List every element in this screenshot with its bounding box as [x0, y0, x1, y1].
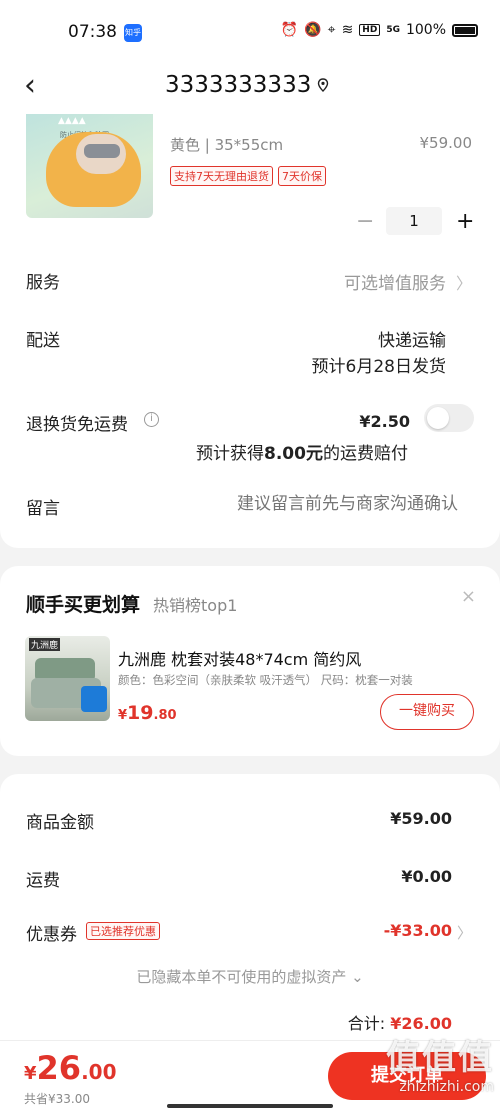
one-click-buy-button[interactable]: 一键购买	[380, 694, 474, 730]
location-pin-icon[interactable]	[316, 78, 330, 92]
goods-amount-value: ¥59.00	[390, 809, 452, 828]
increase-button[interactable]: +	[456, 209, 474, 234]
pay-amount: ¥26.00	[24, 1049, 117, 1087]
return-shipping-label: 退换货免运费	[26, 415, 128, 435]
return-shipping-note: 预计获得8.00元的运费赔付	[196, 439, 408, 464]
message-label: 留言	[26, 499, 60, 519]
promo-badge-shape	[81, 686, 107, 712]
saved-amount: 共省¥33.00	[24, 1092, 90, 1106]
service-label: 服务	[26, 273, 60, 293]
recommend-subtitle: 热销榜top1	[153, 596, 238, 615]
recommend-title: 顺手买更划算	[26, 594, 141, 616]
decrease-button[interactable]: −	[356, 209, 374, 234]
message-input[interactable]	[188, 494, 458, 514]
watermark-url: zhizhizhi.com	[399, 1079, 494, 1095]
product-price: ¥59.00	[419, 134, 473, 152]
return-note-amount: 8.00元	[264, 444, 323, 464]
watermark: 值值值 zhizhizhi.com	[386, 1030, 494, 1095]
service-value[interactable]: 可选增值服务	[344, 269, 446, 294]
home-indicator[interactable]	[167, 1104, 333, 1108]
back-button[interactable]: ‹	[24, 68, 36, 104]
status-bar: 07:38 知乎 ⏰ 🔕 ⌖ ≋ HD 5G 100%	[0, 0, 500, 64]
signal-icon: 5G	[386, 25, 400, 35]
eye-mask-shape	[84, 144, 120, 158]
goods-amount-label: 商品金额	[26, 813, 94, 833]
delivery-label: 配送	[26, 331, 60, 351]
battery-icon	[452, 23, 478, 37]
mute-icon: 🔕	[304, 22, 322, 38]
total-label: 合计:	[347, 1014, 386, 1033]
quantity-input[interactable]: 1	[386, 207, 442, 235]
return-shipping-price: ¥2.50	[359, 412, 410, 431]
page-header: ‹ 3333333333	[0, 64, 500, 114]
delivery-date: 预计6月28日发货	[311, 357, 446, 377]
recommend-card: 顺手买更划算 热销榜top1 × 九洲鹿 九洲鹿 枕套对装48*74cm 简约风…	[0, 566, 500, 756]
chevron-right-icon[interactable]: 〉	[457, 922, 472, 943]
product-spec[interactable]: 黄色 | 35*55cm	[170, 134, 283, 155]
chevron-right-icon[interactable]: 〉	[456, 270, 472, 294]
return-note-prefix: 预计获得	[196, 444, 264, 464]
battery-percent: 100%	[405, 22, 446, 38]
shipping-fee-value: ¥0.00	[401, 867, 452, 886]
wifi-icon: ≋	[341, 22, 354, 38]
recommend-image-brand: 九洲鹿	[29, 638, 61, 651]
price-symbol: ¥	[118, 708, 128, 723]
close-icon[interactable]: ×	[461, 586, 476, 607]
pay-int: 26	[36, 1049, 82, 1087]
product-image-banner: ▲▲▲▲	[58, 116, 86, 126]
alarm-icon: ⏰	[280, 22, 299, 38]
shipping-fee-label: 运费	[26, 871, 60, 891]
status-icons: ⏰ 🔕 ⌖ ≋ HD 5G 100%	[281, 22, 478, 38]
pay-symbol: ¥	[24, 1063, 37, 1084]
product-image[interactable]: ▲▲▲▲ 防止闷热和脸圈	[26, 114, 153, 218]
recommend-product-price: ¥19.80	[118, 702, 177, 724]
hd-icon: HD	[359, 24, 381, 36]
coupon-value[interactable]: -¥33.00	[384, 921, 452, 940]
tag-price-protect: 7天价保	[278, 166, 326, 186]
hidden-assets-toggle[interactable]: 已隐藏本单不可使用的虚拟资产 ⌄	[0, 966, 500, 987]
return-shipping-toggle[interactable]	[424, 404, 474, 432]
product-tags: 支持7天无理由退货 7天价保	[170, 166, 326, 186]
info-icon[interactable]: i	[144, 412, 159, 427]
page-title: 3333333333	[165, 72, 312, 98]
pay-dec: .00	[81, 1060, 117, 1084]
delivery-method[interactable]: 快递运输	[378, 326, 446, 351]
quantity-stepper: − 1 +	[356, 207, 474, 235]
recommend-product-image[interactable]: 九洲鹿	[25, 636, 110, 721]
coupon-tag: 已选推荐优惠	[86, 922, 160, 940]
coupon-label: 优惠券	[26, 925, 77, 945]
location-icon: ⌖	[327, 22, 336, 38]
tag-7day-return: 支持7天无理由退货	[170, 166, 273, 186]
return-note-suffix: 的运费赔付	[322, 444, 408, 464]
status-time: 07:38	[68, 22, 117, 42]
recommend-product-name[interactable]: 九洲鹿 枕套对装48*74cm 简约风	[118, 646, 361, 670]
zhihu-app-icon: 知乎	[124, 24, 142, 42]
recommend-product-attrs: 颜色：色彩空间（亲肤柔软 吸汗透气） 尺码：枕套一对装	[118, 673, 413, 687]
price-dec: .80	[153, 708, 177, 723]
price-int: 19	[127, 702, 154, 724]
watermark-logo: 值值值	[386, 1038, 494, 1078]
order-card: ▲▲▲▲ 防止闷热和脸圈 黄色 | 35*55cm ¥59.00 支持7天无理由…	[0, 114, 500, 548]
